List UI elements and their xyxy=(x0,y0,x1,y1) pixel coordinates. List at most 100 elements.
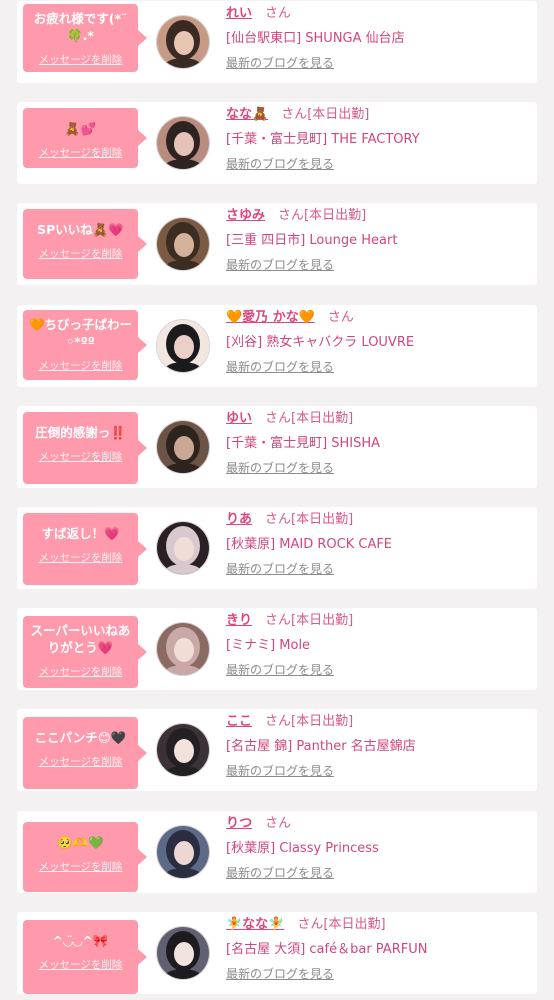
cast-name-link[interactable]: りつ xyxy=(226,816,252,831)
message-bubble: スーパーいいねあ りがとう💗 メッセージを削除 xyxy=(23,616,147,688)
honorific: さん xyxy=(327,310,354,325)
message-text: お疲れ様です(*¨ 🍀.* xyxy=(33,11,128,43)
latest-blog-link[interactable]: 最新のブログを見る xyxy=(226,54,334,71)
message-card: スーパーいいねあ りがとう💗 メッセージを削除 きり さん[本日出勤] [ミナミ] Mo… xyxy=(17,608,537,690)
name-line: きり さん[本日出勤] xyxy=(226,611,353,631)
message-text: スーパーいいねあ りがとう💗 xyxy=(30,623,131,655)
avatar[interactable] xyxy=(156,622,210,676)
cast-name-link[interactable]: れい xyxy=(226,6,252,21)
name-line: さゆみ さん[本日出勤] xyxy=(226,206,366,226)
delete-message-button[interactable]: メッセージを削除 xyxy=(23,957,138,972)
delete-message-button[interactable]: メッセージを削除 xyxy=(23,449,138,464)
cast-name-link[interactable]: さゆみ xyxy=(226,208,265,223)
delete-message-button[interactable]: メッセージを削除 xyxy=(23,52,138,67)
name-line: ゆい さん[本日出勤] xyxy=(226,409,353,429)
honorific: さん xyxy=(297,917,324,932)
avatar[interactable] xyxy=(156,521,210,575)
honorific: さん xyxy=(265,512,292,527)
message-card: ^◡︎̈◡︎^🎀 メッセージを削除 🧚なな🧚 さん[本日出勤] [名古屋 大須] caf… xyxy=(17,912,537,994)
latest-blog-link[interactable]: 最新のブログを見る xyxy=(226,864,334,881)
message-card: 圧倒的感謝っ‼️ メッセージを削除 ゆい さん[本日出勤] [千葉・富士見町] SHIS… xyxy=(17,406,537,488)
delete-message-button[interactable]: メッセージを削除 xyxy=(23,145,138,160)
message-bubble: 🧡ちびっ子ぱわー ◦*ºº メッセージを削除 xyxy=(23,310,147,380)
latest-blog-link[interactable]: 最新のブログを見る xyxy=(226,762,334,779)
honorific: さん xyxy=(265,6,292,21)
message-card: 🧸💕 メッセージを削除 なな🧸 さん[本日出勤] [千葉・富士見町] THE FACTO… xyxy=(17,102,537,184)
message-card: 🥺🫶💚 メッセージを削除 りつ さん [秋葉原] Classy Princess 最新のブ… xyxy=(17,811,537,893)
honorific: さん xyxy=(278,208,305,223)
message-bubble: 圧倒的感謝っ‼️ メッセージを削除 xyxy=(23,412,147,484)
avatar[interactable] xyxy=(156,217,210,271)
cast-name-link[interactable]: 🧚なな🧚 xyxy=(226,917,284,932)
avatar-photo-icon xyxy=(157,623,209,675)
message-bubble: ここパンチ😊🖤 メッセージを削除 xyxy=(23,717,147,789)
latest-blog-link[interactable]: 最新のブログを見る xyxy=(226,661,334,678)
message-list: お疲れ様です(*¨ 🍀.* メッセージを削除 れい さん [仙台駅東口] SHUNGA … xyxy=(0,0,554,1000)
avatar[interactable] xyxy=(156,723,210,777)
cast-name-link[interactable]: きり xyxy=(226,613,252,628)
shop-label: [千葉・富士見町] THE FACTORY xyxy=(226,132,420,147)
on-duty-badge: [本日出勤] xyxy=(291,613,354,628)
message-bubble: すば返し！💗 メッセージを削除 xyxy=(23,513,147,585)
cast-name-link[interactable]: りあ xyxy=(226,512,252,527)
delete-message-button[interactable]: メッセージを削除 xyxy=(23,754,138,769)
latest-blog-link[interactable]: 最新のブログを見る xyxy=(226,256,334,273)
latest-blog-link[interactable]: 最新のブログを見る xyxy=(226,155,334,172)
avatar-photo-icon xyxy=(157,724,209,776)
delete-message-button[interactable]: メッセージを削除 xyxy=(23,358,138,373)
message-text: 圧倒的感謝っ‼️ xyxy=(35,425,126,440)
avatar[interactable] xyxy=(156,15,210,69)
delete-message-button[interactable]: メッセージを削除 xyxy=(23,664,138,679)
cast-name-link[interactable]: なな🧸 xyxy=(226,107,268,122)
honorific: さん xyxy=(281,107,308,122)
latest-blog-link[interactable]: 最新のブログを見る xyxy=(226,560,334,577)
honorific: さん xyxy=(265,816,292,831)
message-text: SPいいね🧸💗 xyxy=(37,222,124,237)
on-duty-badge: [本日出勤] xyxy=(304,208,367,223)
avatar-photo-icon xyxy=(157,117,209,169)
shop-label: [名古屋 錦] Panther 名古屋錦店 xyxy=(226,739,416,754)
name-line: れい さん xyxy=(226,4,291,24)
message-card: SPいいね🧸💗 メッセージを削除 さゆみ さん[本日出勤] [三重 四日市] Loung… xyxy=(17,203,537,285)
latest-blog-link[interactable]: 最新のブログを見る xyxy=(226,459,334,476)
name-line: りあ さん[本日出勤] xyxy=(226,510,353,530)
message-bubble: ^◡︎̈◡︎^🎀 メッセージを削除 xyxy=(23,920,147,994)
message-bubble: 🧸💕 メッセージを削除 xyxy=(23,108,147,168)
avatar[interactable] xyxy=(156,420,210,474)
avatar-photo-icon xyxy=(157,826,209,878)
shop-label: [ミナミ] Mole xyxy=(226,638,311,653)
shop-label: [名古屋 大須] café＆bar PARFUN xyxy=(226,942,428,957)
message-text: ^◡︎̈◡︎^🎀 xyxy=(52,933,109,948)
name-line: 🧡愛乃 かな🧡 さん xyxy=(226,308,354,328)
on-duty-badge: [本日出勤] xyxy=(291,714,354,729)
name-line: なな🧸 さん[本日出勤] xyxy=(226,105,369,125)
avatar-photo-icon xyxy=(157,320,209,372)
avatar-photo-icon xyxy=(157,927,209,979)
latest-blog-link[interactable]: 最新のブログを見る xyxy=(226,358,334,375)
name-line: りつ さん xyxy=(226,814,291,834)
delete-message-button[interactable]: メッセージを削除 xyxy=(23,550,138,565)
latest-blog-link[interactable]: 最新のブログを見る xyxy=(226,965,334,982)
message-card: すば返し！💗 メッセージを削除 りあ さん[本日出勤] [秋葉原] MAID ROCK … xyxy=(17,507,537,589)
message-card: ここパンチ😊🖤 メッセージを削除 ここ さん[本日出勤] [名古屋 錦] Panther… xyxy=(17,709,537,791)
message-card: 🧡ちびっ子ぱわー ◦*ºº メッセージを削除 🧡愛乃 かな🧡 さん [刈谷] 熟女キャバ… xyxy=(17,305,537,387)
avatar[interactable] xyxy=(156,116,210,170)
avatar-photo-icon xyxy=(157,218,209,270)
on-duty-badge: [本日出勤] xyxy=(291,411,354,426)
name-line: 🧚なな🧚 さん[本日出勤] xyxy=(226,915,386,935)
message-text: すば返し！💗 xyxy=(41,526,120,541)
shop-label: [秋葉原] MAID ROCK CAFE xyxy=(226,537,393,552)
cast-name-link[interactable]: 🧡愛乃 かな🧡 xyxy=(226,310,315,325)
avatar[interactable] xyxy=(156,319,210,373)
honorific: さん xyxy=(265,411,292,426)
cast-name-link[interactable]: ここ xyxy=(226,714,252,729)
shop-label: [刈谷] 熟女キャバクラ LOUVRE xyxy=(226,335,415,350)
avatar-photo-icon xyxy=(157,16,209,68)
delete-message-button[interactable]: メッセージを削除 xyxy=(23,246,138,261)
shop-label: [千葉・富士見町] SHISHA xyxy=(226,436,381,451)
avatar[interactable] xyxy=(156,926,210,980)
cast-name-link[interactable]: ゆい xyxy=(226,411,252,426)
avatar[interactable] xyxy=(156,825,210,879)
message-text: 🧸💕 xyxy=(64,121,97,136)
delete-message-button[interactable]: メッセージを削除 xyxy=(23,859,138,874)
